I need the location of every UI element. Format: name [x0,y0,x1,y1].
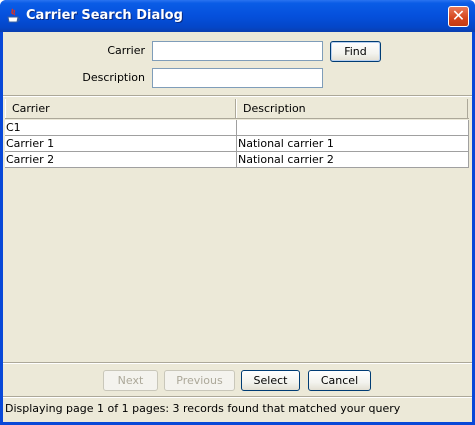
buttons-separator [3,362,472,364]
cell-description: National carrier 2 [237,152,469,168]
select-button[interactable]: Select [241,370,300,391]
window-title: Carrier Search Dialog [26,8,183,23]
find-button[interactable]: Find [330,41,381,62]
java-cup-icon [7,8,20,23]
cancel-button[interactable]: Cancel [308,370,371,391]
description-row: Description [3,68,472,88]
close-button[interactable]: ✕ [448,6,469,27]
cell-carrier: Carrier 2 [5,152,237,168]
cell-description: National carrier 1 [237,136,469,152]
table-row[interactable]: C1 [5,120,469,136]
carrier-row: Carrier Find [3,41,472,62]
next-button[interactable]: Next [103,370,158,391]
previous-button[interactable]: Previous [164,370,235,391]
status-bar: Displaying page 1 of 1 pages: 3 records … [5,402,401,415]
status-separator [3,396,472,398]
form-separator [3,95,472,97]
title-bar[interactable]: Carrier Search Dialog ✕ [0,0,475,32]
dialog-body: Carrier Find Description Carrier Descrip… [3,32,472,422]
cell-description [237,120,469,136]
description-label: Description [82,71,145,84]
results-table-header: Carrier Description [5,99,469,119]
cell-carrier: Carrier 1 [5,136,237,152]
table-row[interactable]: Carrier 1 National carrier 1 [5,136,469,152]
dialog-window: Carrier Search Dialog ✕ Carrier Find Des… [0,0,475,425]
column-header-carrier[interactable]: Carrier [5,99,236,118]
cell-carrier: C1 [5,120,237,136]
description-input[interactable] [152,68,323,88]
carrier-input[interactable] [152,41,323,61]
table-row[interactable]: Carrier 2 National carrier 2 [5,152,469,168]
column-header-description[interactable]: Description [236,99,468,118]
carrier-label: Carrier [107,44,145,57]
